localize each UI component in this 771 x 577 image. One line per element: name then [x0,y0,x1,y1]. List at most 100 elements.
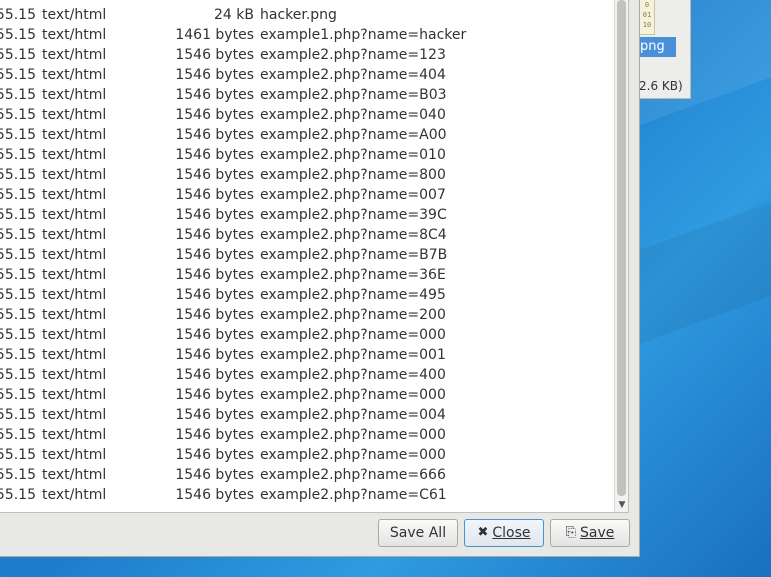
row-mime-type: text/html [42,207,107,223]
row-time: 55.15 [0,267,36,283]
table-row[interactable]: 55.15 text/html 1546 bytes example2.php?nam… [0,105,614,125]
table-row[interactable]: 55.15 text/html 1546 bytes example2.php?nam… [0,205,614,225]
table-row[interactable]: 55.15 text/html 1546 bytes example2.php?nam… [0,425,614,445]
save-button[interactable]: ⎘ Save [550,519,630,547]
row-address: example2.php?name=007 [260,187,446,203]
table-row[interactable]: 55.15 text/html 1546 bytes example2.php?nam… [0,305,614,325]
table-row[interactable]: 55.15 text/html 1546 bytes example2.php?nam… [0,245,614,265]
row-mime-type: text/html [42,67,107,83]
table-row[interactable]: 55.15 text/html 1546 bytes example2.php?nam… [0,185,614,205]
table-row[interactable]: 55.15 text/html 1546 bytes example2.php?nam… [0,265,614,285]
row-size: 1546 bytes [175,387,254,403]
row-size: 1546 bytes [175,227,254,243]
table-row[interactable]: 55.15 text/html 1546 bytes example2.php?nam… [0,65,614,85]
row-address: example2.php?name=404 [260,67,446,83]
table-row[interactable]: 55.15 text/html 1546 bytes example2.php?nam… [0,485,614,505]
table-row[interactable]: 55.15 text/html 1546 bytes example2.php?nam… [0,405,614,425]
table-row[interactable]: 55.15 text/html 1546 bytes example2.php?nam… [0,285,614,305]
row-size: 1546 bytes [175,167,254,183]
row-size: 1546 bytes [175,107,254,123]
table-row[interactable]: 55.15 text/html 1461 bytes example1.php?nam… [0,25,614,45]
table-row[interactable]: 55.15 text/html 1546 bytes example2.php?nam… [0,45,614,65]
table-row[interactable]: 55.15 text/html 1546 bytes example2.php?nam… [0,225,614,245]
scroll-down-arrow-icon[interactable]: ▼ [617,500,627,510]
table-row[interactable]: 55.15 text/html 1546 bytes example2.php?nam… [0,145,614,165]
row-size: 1546 bytes [175,467,254,483]
row-address: example2.php?name=666 [260,467,446,483]
table-row[interactable]: 55.15 text/html 1546 bytes example2.php?nam… [0,445,614,465]
row-address: example2.php?name=010 [260,147,446,163]
row-time: 55.15 [0,87,36,103]
row-time: 55.15 [0,7,36,23]
row-mime-type: text/html [42,247,107,263]
row-mime-type: text/html [42,427,107,443]
row-address: example2.php?name=A00 [260,127,447,143]
row-mime-type: text/html [42,7,107,23]
table-row[interactable]: 55.15 text/html 1546 bytes example2.php?nam… [0,85,614,105]
row-size: 1546 bytes [175,147,254,163]
save-icon: ⎘ [565,525,577,540]
media-list[interactable]: 55.15 text/html 24 kB hacker.png 55.15 text/h… [0,0,629,513]
row-mime-type: text/html [42,327,107,343]
row-mime-type: text/html [42,107,107,123]
selected-file-name[interactable]: png [634,37,676,57]
table-row[interactable]: 55.15 text/html 1546 bytes example2.php?nam… [0,465,614,485]
row-size: 1546 bytes [175,287,254,303]
row-address: example2.php?name=200 [260,307,446,323]
row-mime-type: text/html [42,227,107,243]
row-time: 55.15 [0,487,36,503]
close-button[interactable]: ✖ Close [464,519,544,547]
row-address: example2.php?name=B03 [260,87,447,103]
scrollbar-thumb[interactable] [617,0,626,496]
row-address: example2.php?name=000 [260,327,446,343]
row-time: 55.15 [0,187,36,203]
row-time: 55.15 [0,407,36,423]
row-mime-type: text/html [42,387,107,403]
table-row[interactable]: 55.15 text/html 1546 bytes example2.php?nam… [0,165,614,185]
row-size: 1546 bytes [175,447,254,463]
row-size: 1546 bytes [175,427,254,443]
table-row[interactable]: 55.15 text/html 1546 bytes example2.php?nam… [0,385,614,405]
row-time: 55.15 [0,387,36,403]
row-address: example2.php?name=8C4 [260,227,447,243]
table-row[interactable]: 55.15 text/html 1546 bytes example2.php?nam… [0,345,614,365]
row-size: 1546 bytes [175,187,254,203]
row-address: example2.php?name=B7B [260,247,448,263]
row-address: example2.php?name=36E [260,267,446,283]
table-row[interactable]: 55.15 text/html 1546 bytes example2.php?nam… [0,325,614,345]
row-address: example2.php?name=400 [260,367,446,383]
row-size: 1546 bytes [175,327,254,343]
image-thumbnail[interactable]: 0 01 10 [639,0,655,35]
row-time: 55.15 [0,307,36,323]
row-address: example2.php?name=001 [260,347,446,363]
row-time: 55.15 [0,147,36,163]
row-size: 1546 bytes [175,47,254,63]
row-mime-type: text/html [42,487,107,503]
table-row[interactable]: 55.15 text/html 1546 bytes example2.php?nam… [0,125,614,145]
row-mime-type: text/html [42,267,107,283]
save-all-button[interactable]: Save All [378,519,458,547]
table-row[interactable]: 55.15 text/html 24 kB hacker.png [0,5,614,25]
file-size-label: 2.6 KB) [639,79,683,93]
row-size: 1546 bytes [175,127,254,143]
row-mime-type: text/html [42,147,107,163]
row-address: hacker.png [260,7,337,23]
row-size: 24 kB [214,7,254,23]
row-address: example2.php?name=000 [260,387,446,403]
row-time: 55.15 [0,207,36,223]
row-mime-type: text/html [42,127,107,143]
row-time: 55.15 [0,127,36,143]
row-mime-type: text/html [42,367,107,383]
row-address: example2.php?name=000 [260,427,446,443]
row-time: 55.15 [0,27,36,43]
row-time: 55.15 [0,247,36,263]
row-time: 55.15 [0,67,36,83]
vertical-scrollbar[interactable]: ▼ [614,0,628,512]
row-address: example2.php?name=800 [260,167,446,183]
table-row[interactable]: 55.15 text/html 1546 bytes example2.php?nam… [0,365,614,385]
row-size: 1546 bytes [175,367,254,383]
row-address: example2.php?name=004 [260,407,446,423]
row-mime-type: text/html [42,187,107,203]
row-size: 1546 bytes [175,67,254,83]
row-time: 55.15 [0,167,36,183]
